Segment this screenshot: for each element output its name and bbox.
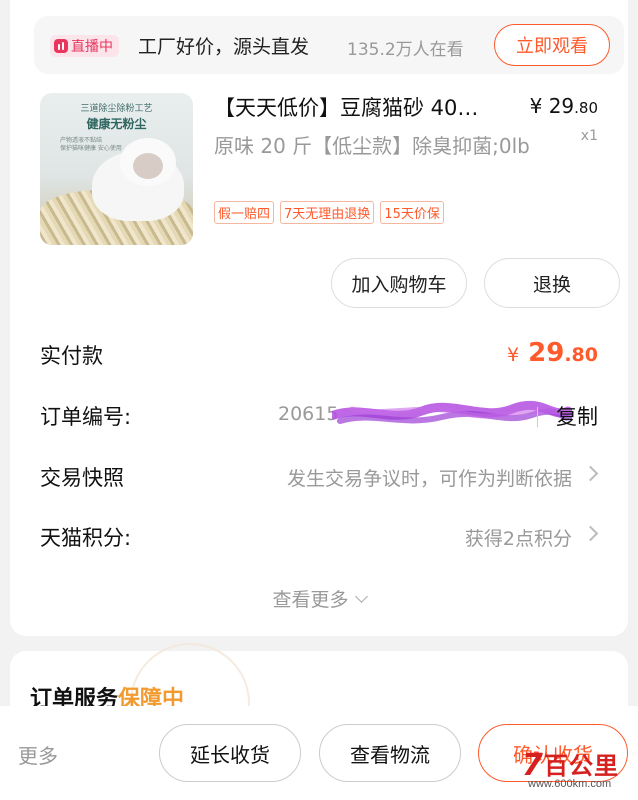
paid-label: 实付款 bbox=[40, 344, 103, 368]
live-badge-label: 直播中 bbox=[71, 39, 113, 55]
product-title[interactable]: 【天天低价】豆腐猫砂 40… bbox=[214, 92, 478, 122]
watermark-text: 百公里 bbox=[544, 752, 619, 780]
points-row[interactable]: 天猫积分: 获得2点积分 bbox=[40, 522, 599, 552]
copy-separator bbox=[537, 407, 538, 427]
points-value: 获得2点积分 bbox=[464, 528, 572, 550]
view-more-label: 查看更多 bbox=[272, 589, 349, 611]
paid-integer: 29 bbox=[528, 338, 565, 368]
site-watermark: 7 百公里 www.600km.com bbox=[516, 746, 634, 794]
watermark-url: www.600km.com bbox=[528, 778, 612, 790]
view-more-link[interactable]: 查看更多 bbox=[10, 585, 628, 612]
order-number-value: 20615 bbox=[278, 403, 339, 425]
product-quantity: x1 bbox=[580, 128, 598, 144]
thumbnail-top-text: 三道除尘除粉工艺 bbox=[80, 104, 153, 114]
live-stream-banner[interactable]: 直播中 工厂好价，源头直发 135.2万人在看 立即观看 bbox=[34, 16, 624, 74]
service-tags: 假一赔四 7天无理由退换 15天价保 bbox=[214, 201, 444, 224]
live-badge: 直播中 bbox=[50, 35, 119, 57]
live-title: 工厂好价，源头直发 bbox=[138, 36, 310, 58]
price-decimal: .80 bbox=[574, 99, 598, 117]
copy-order-number-button[interactable]: 复制 bbox=[556, 401, 598, 431]
view-logistics-button[interactable]: 查看物流 bbox=[319, 724, 461, 782]
tag-7day-return: 7天无理由退换 bbox=[280, 201, 375, 224]
product-thumbnail[interactable]: 三道除尘除粉工艺 健康无粉尘 产物透液不黏结 保护猫咪健康 安心使用 bbox=[40, 93, 193, 245]
extend-receipt-button[interactable]: 延长收货 bbox=[159, 724, 301, 782]
product-price: ¥ 29.80 bbox=[530, 94, 598, 118]
thumbnail-sub-line: 产物透液不黏结 bbox=[60, 137, 103, 144]
thumbnail-sub-line: 保护猫咪健康 安心使用 bbox=[60, 145, 122, 152]
paid-row: 实付款 ¥ 29.80 bbox=[40, 338, 598, 370]
watch-now-button[interactable]: 立即观看 bbox=[494, 24, 610, 66]
order-number-label: 订单编号: bbox=[40, 405, 132, 429]
snapshot-label: 交易快照 bbox=[40, 466, 124, 490]
points-label: 天猫积分: bbox=[40, 526, 132, 550]
snapshot-row[interactable]: 交易快照 发生交易争议时，可作为判断依据 bbox=[40, 462, 599, 492]
paid-decimal: .80 bbox=[564, 344, 598, 366]
add-to-cart-button[interactable]: 加入购物车 bbox=[331, 258, 467, 308]
tag-price-protection: 15天价保 bbox=[380, 201, 444, 224]
cat-face-image bbox=[133, 153, 163, 179]
return-exchange-button[interactable]: 退换 bbox=[484, 258, 620, 308]
thumbnail-main-text: 健康无粉尘 bbox=[86, 117, 147, 131]
tag-fake-compensation: 假一赔四 bbox=[214, 201, 275, 224]
chevron-right-icon bbox=[582, 465, 599, 482]
price-integer: 29 bbox=[548, 94, 575, 118]
chevron-right-icon bbox=[582, 525, 599, 542]
price-currency: ¥ bbox=[529, 94, 543, 118]
order-number-row: 订单编号: 20615 复制 bbox=[40, 400, 598, 431]
snapshot-value: 发生交易争议时，可作为判断依据 bbox=[286, 468, 572, 490]
live-viewers: 135.2万人在看 bbox=[347, 40, 464, 60]
product-spec: 原味 20 斤【低尘款】除臭抑菌;0lb bbox=[214, 134, 530, 158]
redaction-scribble bbox=[332, 400, 572, 424]
bottom-action-bar: 更多 延长收货 查看物流 确认收货 7 百公里 www.600km.com bbox=[0, 706, 638, 800]
paid-currency: ¥ bbox=[506, 344, 520, 366]
live-bars-icon bbox=[54, 39, 68, 53]
thumbnail-sub-text: 产物透液不黏结 保护猫咪健康 安心使用 bbox=[60, 137, 122, 153]
order-card: 直播中 工厂好价，源头直发 135.2万人在看 立即观看 三道除尘除粉工艺 健康… bbox=[10, 0, 628, 636]
paid-amount: ¥ 29.80 bbox=[507, 338, 598, 368]
more-actions-button[interactable]: 更多 bbox=[18, 740, 58, 769]
chevron-down-icon bbox=[354, 590, 368, 603]
